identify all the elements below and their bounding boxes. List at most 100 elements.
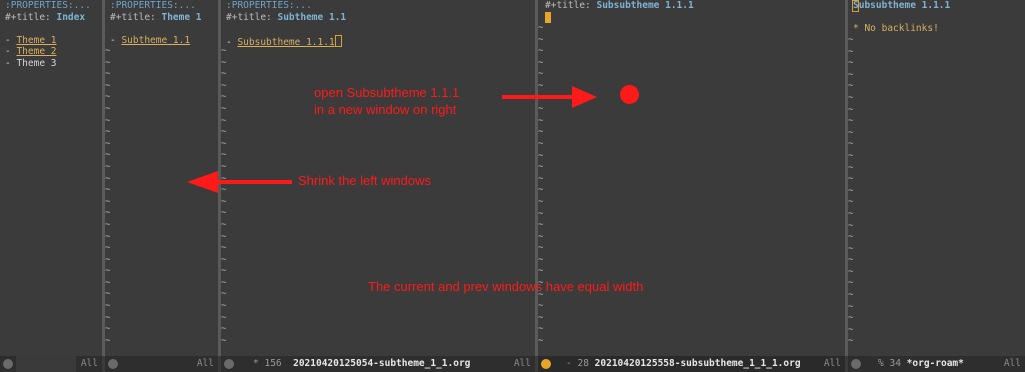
- empty-line-tilde: ~: [221, 57, 227, 68]
- empty-line-tilde: ~: [221, 243, 227, 254]
- list-item: - Subtheme 1.1: [110, 35, 216, 47]
- link-theme-2[interactable]: Theme 2: [16, 46, 56, 57]
- empty-line-tilde: ~: [848, 301, 854, 312]
- empty-line-tilde: ~: [221, 312, 227, 323]
- empty-line-tilde: ~: [848, 266, 854, 277]
- fringe-tildes: ~~~~~~~~~~~~~~~~~~~~~~~~~~~~: [538, 23, 544, 348]
- buffer-content[interactable]: Subsubtheme 1.1.1 * No backlinks!: [852, 0, 1023, 35]
- cursor-line: [545, 11, 843, 24]
- empty-line-tilde: ~: [848, 104, 854, 115]
- buffer-filename: *org-roam*: [906, 358, 964, 369]
- info-icon: [224, 359, 234, 369]
- empty-line-tilde: ~: [221, 208, 227, 219]
- title-line: #+title: Subsubtheme 1.1.1: [545, 0, 843, 12]
- empty-line-tilde: ~: [538, 150, 544, 161]
- empty-line-tilde: ~: [105, 301, 111, 312]
- empty-line-tilde: ~: [848, 255, 854, 266]
- buffer-position: All: [196, 358, 214, 369]
- cursor-icon: [334, 34, 342, 47]
- cursor-icon: [852, 0, 859, 12]
- fringe-tildes: ~ ~ ~ ~ ~ ~ ~ ~ ~ ~ ~ ~ ~ ~ ~ ~ ~ ~ ~ ~ ~ ~ ~ ~ ~ ~: [105, 46, 111, 347]
- window-org-roam[interactable]: ~ ~ ~ ~ ~ ~ ~ ~ ~ ~ ~ ~ ~ ~ ~ ~ ~ ~ ~ ~ ~ ~ ~ ~ ~ ~ ~ Subsubtheme …: [848, 0, 1025, 372]
- empty-line-tilde: ~: [538, 196, 544, 207]
- buffer-content[interactable]: :PROPERTIES:... #+title: Subtheme 1.1 - …: [226, 0, 533, 48]
- buffer-content[interactable]: :PROPERTIES:... #+title: Index - Theme 1…: [5, 0, 100, 69]
- empty-line-tilde: ~: [105, 57, 111, 68]
- annotation-shrink-note: Shrink the left windows: [298, 173, 431, 188]
- empty-line-tilde: ~: [848, 58, 854, 69]
- empty-line-tilde: ~: [848, 150, 854, 161]
- line-count: 34: [889, 358, 901, 369]
- empty-line-tilde: ~: [105, 69, 111, 80]
- title-value: Index: [56, 11, 86, 23]
- empty-line-tilde: ~: [848, 139, 854, 150]
- empty-line-tilde: ~: [848, 162, 854, 173]
- backlinks-heading: * No backlinks!: [853, 23, 939, 34]
- arrow-right-icon: [502, 86, 597, 108]
- empty-line-tilde: ~: [105, 219, 111, 230]
- annotation-open-note: open Subsubtheme 1.1.1 in a new window o…: [314, 85, 460, 117]
- empty-line-tilde: ~: [538, 254, 544, 265]
- fringe-tildes: ~ ~ ~ ~ ~ ~ ~ ~ ~ ~ ~ ~ ~ ~ ~ ~ ~ ~ ~ ~ ~ ~ ~ ~ ~ ~ ~: [848, 35, 854, 348]
- mode-line: All: [105, 356, 218, 372]
- link-subsubtheme-1-1-1[interactable]: Subsubtheme 1.1.1: [237, 37, 334, 48]
- empty-line-tilde: ~: [105, 92, 111, 103]
- red-dot-icon: [620, 85, 639, 104]
- window-subsubtheme-1-1-1[interactable]: ~~~~~~~~~~~~~~~~~~~~~~~~~~~~ #+title: Su…: [538, 0, 845, 372]
- empty-line-tilde: ~: [105, 335, 111, 346]
- bullet: -: [5, 34, 17, 46]
- bullet: -: [5, 46, 17, 57]
- empty-line-tilde: ~: [221, 115, 227, 126]
- cursor-icon: [545, 11, 551, 23]
- empty-line-tilde: ~: [105, 127, 111, 138]
- empty-line-tilde: ~: [105, 173, 111, 184]
- roam-title-text: Subsubtheme 1.1.1: [853, 0, 951, 11]
- empty-line-tilde: ~: [538, 324, 544, 335]
- bullet: -: [226, 36, 238, 48]
- empty-line-tilde: ~: [221, 301, 227, 312]
- empty-line-tilde: ~: [848, 69, 854, 80]
- empty-line-tilde: ~: [105, 289, 111, 300]
- properties-drawer[interactable]: :PROPERTIES:...: [5, 0, 100, 12]
- empty-line-tilde: ~: [848, 185, 854, 196]
- buffer-content[interactable]: #+title: Subsubtheme 1.1.1: [545, 0, 843, 23]
- empty-line-tilde: ~: [105, 277, 111, 288]
- mode-line: All: [0, 356, 102, 372]
- empty-line-tilde: ~: [221, 289, 227, 300]
- link-theme-1[interactable]: Theme 1: [16, 35, 56, 46]
- buffer-position: All: [80, 358, 98, 369]
- empty-line-tilde: ~: [105, 185, 111, 196]
- empty-line-tilde: ~: [221, 277, 227, 288]
- empty-line-tilde: ~: [105, 103, 111, 114]
- mode-line-text: % 34 *org-roam*: [878, 358, 964, 369]
- title-value: Subtheme 1.1: [277, 11, 347, 23]
- title-keyword: #+title:: [5, 11, 57, 23]
- empty-line-tilde: ~: [538, 162, 544, 173]
- empty-line-tilde: ~: [848, 313, 854, 324]
- title-line: #+title: Theme 1: [110, 12, 216, 24]
- empty-line-tilde: ~: [848, 243, 854, 254]
- mode-line-segment: [16, 356, 76, 372]
- empty-line-tilde: ~: [221, 266, 227, 277]
- properties-drawer[interactable]: :PROPERTIES:...: [226, 0, 533, 12]
- empty-line-tilde: ~: [221, 69, 227, 80]
- empty-line-tilde: ~: [105, 80, 111, 91]
- title-line: #+title: Subtheme 1.1: [226, 12, 533, 24]
- empty-line-tilde: ~: [105, 312, 111, 323]
- title-line: #+title: Index: [5, 12, 100, 24]
- empty-line-tilde: ~: [105, 208, 111, 219]
- mode-line: % 34 *org-roam* All: [848, 356, 1025, 372]
- empty-line-tilde: ~: [848, 35, 854, 45]
- link-subtheme-1-1[interactable]: Subtheme 1.1: [121, 35, 190, 46]
- empty-line-tilde: ~: [105, 243, 111, 254]
- empty-line-tilde: ~: [538, 231, 544, 242]
- properties-drawer[interactable]: :PROPERTIES:...: [110, 0, 216, 12]
- buffer-filename: 20210420125054-subtheme_1_1.org: [293, 358, 471, 369]
- info-icon: [851, 359, 861, 369]
- buffer-content[interactable]: :PROPERTIES:... #+title: Theme 1 - Subth…: [110, 0, 216, 46]
- empty-line-tilde: ~: [538, 185, 544, 196]
- empty-line-tilde: ~: [105, 115, 111, 126]
- window-index[interactable]: :PROPERTIES:... #+title: Index - Theme 1…: [0, 0, 102, 372]
